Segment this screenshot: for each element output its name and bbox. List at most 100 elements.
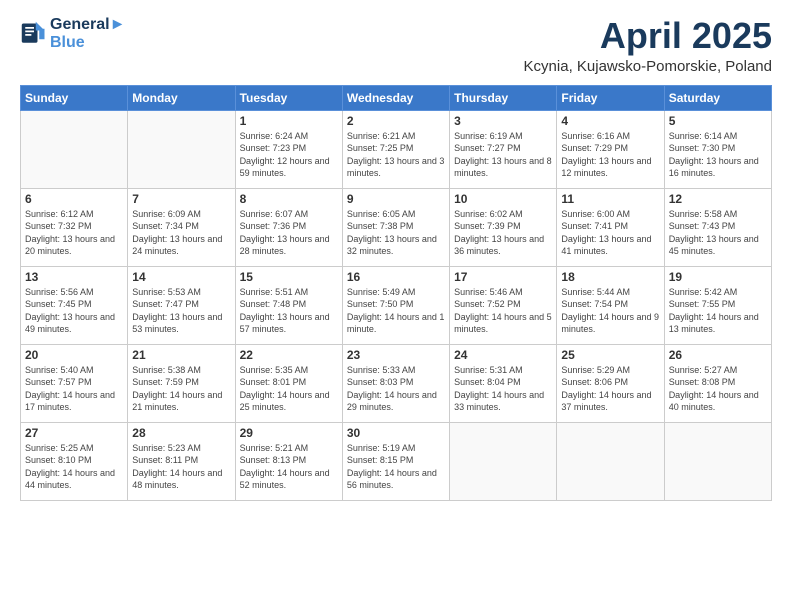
- day-number: 23: [347, 348, 445, 362]
- cell-w3-d6: 18 Sunrise: 5:44 AMSunset: 7:54 PMDayligh…: [557, 266, 664, 344]
- day-info: Sunrise: 5:21 AMSunset: 8:13 PMDaylight:…: [240, 442, 338, 492]
- day-info: Sunrise: 5:56 AMSunset: 7:45 PMDaylight:…: [25, 286, 123, 336]
- day-number: 10: [454, 192, 552, 206]
- cell-w4-d3: 22Sunrise: 5:35 AMSunset: 8:01 PMDayligh…: [235, 344, 342, 422]
- day-number: 28: [132, 426, 230, 440]
- day-number: 25: [561, 348, 659, 362]
- calendar-title: April 2025: [524, 16, 772, 56]
- cell-w4-d2: 21 Sunrise: 5:38 AMSunset: 7:59 PMDayligh…: [128, 344, 235, 422]
- calendar-table: Sunday Monday Tuesday Wednesday Thursday…: [20, 85, 772, 501]
- day-number: 24: [454, 348, 552, 362]
- cell-w1-d5: 3Sunrise: 6:19 AMSunset: 7:27 PMDaylight…: [450, 110, 557, 188]
- day-number: 15: [240, 270, 338, 284]
- day-number: 27: [25, 426, 123, 440]
- cell-w2-d6: 11Sunrise: 6:00 AMSunset: 7:41 PMDayligh…: [557, 188, 664, 266]
- cell-w5-d1: 27Sunrise: 5:25 AMSunset: 8:10 PMDayligh…: [21, 422, 128, 500]
- day-number: 5: [669, 114, 767, 128]
- cell-w2-d3: 8Sunrise: 6:07 AMSunset: 7:36 PMDaylight…: [235, 188, 342, 266]
- day-info: Sunrise: 5:31 AMSunset: 8:04 PMDaylight:…: [454, 364, 552, 414]
- week-row-2: 6 Sunrise: 6:12 AMSunset: 7:32 PMDaylight…: [21, 188, 772, 266]
- day-number: 26: [669, 348, 767, 362]
- col-monday: Monday: [128, 85, 235, 110]
- cell-w4-d5: 24 Sunrise: 5:31 AMSunset: 8:04 PMDayligh…: [450, 344, 557, 422]
- col-wednesday: Wednesday: [342, 85, 449, 110]
- day-info: Sunrise: 6:07 AMSunset: 7:36 PMDaylight:…: [240, 208, 338, 258]
- day-info: Sunrise: 5:27 AMSunset: 8:08 PMDaylight:…: [669, 364, 767, 414]
- day-info: Sunrise: 6:24 AMSunset: 7:23 PMDaylight:…: [240, 130, 338, 180]
- calendar-page: General► Blue April 2025 Kcynia, Kujawsk…: [0, 0, 792, 612]
- cell-w1-d7: 5 Sunrise: 6:14 AMSunset: 7:30 PMDaylight…: [664, 110, 771, 188]
- day-info: Sunrise: 5:44 AMSunset: 7:54 PMDaylight:…: [561, 286, 659, 336]
- day-info: Sunrise: 5:23 AMSunset: 8:11 PMDaylight:…: [132, 442, 230, 492]
- day-info: Sunrise: 5:51 AMSunset: 7:48 PMDaylight:…: [240, 286, 338, 336]
- day-info: Sunrise: 6:21 AMSunset: 7:25 PMDaylight:…: [347, 130, 445, 180]
- day-info: Sunrise: 5:42 AMSunset: 7:55 PMDaylight:…: [669, 286, 767, 336]
- day-number: 19: [669, 270, 767, 284]
- cell-w5-d4: 30Sunrise: 5:19 AMSunset: 8:15 PMDayligh…: [342, 422, 449, 500]
- cell-w4-d4: 23Sunrise: 5:33 AMSunset: 8:03 PMDayligh…: [342, 344, 449, 422]
- day-number: 2: [347, 114, 445, 128]
- day-number: 14: [132, 270, 230, 284]
- cell-w5-d7: [664, 422, 771, 500]
- cell-w1-d4: 2 Sunrise: 6:21 AMSunset: 7:25 PMDaylight…: [342, 110, 449, 188]
- logo-icon: [20, 20, 48, 48]
- cell-w3-d7: 19 Sunrise: 5:42 AMSunset: 7:55 PMDayligh…: [664, 266, 771, 344]
- day-info: Sunrise: 6:19 AMSunset: 7:27 PMDaylight:…: [454, 130, 552, 180]
- week-row-3: 13 Sunrise: 5:56 AMSunset: 7:45 PMDayligh…: [21, 266, 772, 344]
- day-info: Sunrise: 6:16 AMSunset: 7:29 PMDaylight:…: [561, 130, 659, 180]
- day-number: 18: [561, 270, 659, 284]
- calendar-body: 1Sunrise: 6:24 AMSunset: 7:23 PMDaylight…: [21, 110, 772, 500]
- cell-w1-d1: [21, 110, 128, 188]
- day-number: 29: [240, 426, 338, 440]
- col-tuesday: Tuesday: [235, 85, 342, 110]
- col-sunday: Sunday: [21, 85, 128, 110]
- cell-w3-d3: 15 Sunrise: 5:51 AMSunset: 7:48 PMDayligh…: [235, 266, 342, 344]
- col-saturday: Saturday: [664, 85, 771, 110]
- day-number: 13: [25, 270, 123, 284]
- day-number: 17: [454, 270, 552, 284]
- header: General► Blue April 2025 Kcynia, Kujawsk…: [20, 16, 772, 75]
- day-info: Sunrise: 6:02 AMSunset: 7:39 PMDaylight:…: [454, 208, 552, 258]
- day-number: 7: [132, 192, 230, 206]
- cell-w5-d6: [557, 422, 664, 500]
- day-info: Sunrise: 5:19 AMSunset: 8:15 PMDaylight:…: [347, 442, 445, 492]
- cell-w5-d2: 28 Sunrise: 5:23 AMSunset: 8:11 PMDayligh…: [128, 422, 235, 500]
- cell-w4-d7: 26 Sunrise: 5:27 AMSunset: 8:08 PMDayligh…: [664, 344, 771, 422]
- day-number: 6: [25, 192, 123, 206]
- cell-w3-d5: 17 Sunrise: 5:46 AMSunset: 7:52 PMDayligh…: [450, 266, 557, 344]
- day-info: Sunrise: 5:53 AMSunset: 7:47 PMDaylight:…: [132, 286, 230, 336]
- day-info: Sunrise: 6:12 AMSunset: 7:32 PMDaylight:…: [25, 208, 123, 258]
- day-number: 9: [347, 192, 445, 206]
- cell-w2-d4: 9Sunrise: 6:05 AMSunset: 7:38 PMDaylight…: [342, 188, 449, 266]
- day-number: 20: [25, 348, 123, 362]
- logo: General► Blue: [20, 16, 125, 51]
- day-info: Sunrise: 5:49 AMSunset: 7:50 PMDaylight:…: [347, 286, 445, 336]
- cell-w3-d4: 16 Sunrise: 5:49 AMSunset: 7:50 PMDayligh…: [342, 266, 449, 344]
- day-info: Sunrise: 6:00 AMSunset: 7:41 PMDaylight:…: [561, 208, 659, 258]
- logo-text: General► Blue: [50, 16, 125, 51]
- cell-w4-d6: 25 Sunrise: 5:29 AMSunset: 8:06 PMDayligh…: [557, 344, 664, 422]
- day-number: 16: [347, 270, 445, 284]
- cell-w2-d1: 6 Sunrise: 6:12 AMSunset: 7:32 PMDaylight…: [21, 188, 128, 266]
- day-info: Sunrise: 5:38 AMSunset: 7:59 PMDaylight:…: [132, 364, 230, 414]
- day-info: Sunrise: 5:46 AMSunset: 7:52 PMDaylight:…: [454, 286, 552, 336]
- cell-w5-d3: 29 Sunrise: 5:21 AMSunset: 8:13 PMDayligh…: [235, 422, 342, 500]
- cell-w2-d5: 10 Sunrise: 6:02 AMSunset: 7:39 PMDayligh…: [450, 188, 557, 266]
- day-info: Sunrise: 5:29 AMSunset: 8:06 PMDaylight:…: [561, 364, 659, 414]
- day-info: Sunrise: 6:09 AMSunset: 7:34 PMDaylight:…: [132, 208, 230, 258]
- day-info: Sunrise: 5:58 AMSunset: 7:43 PMDaylight:…: [669, 208, 767, 258]
- cell-w1-d6: 4 Sunrise: 6:16 AMSunset: 7:29 PMDaylight…: [557, 110, 664, 188]
- col-thursday: Thursday: [450, 85, 557, 110]
- day-number: 4: [561, 114, 659, 128]
- week-row-1: 1Sunrise: 6:24 AMSunset: 7:23 PMDaylight…: [21, 110, 772, 188]
- day-number: 21: [132, 348, 230, 362]
- col-friday: Friday: [557, 85, 664, 110]
- cell-w1-d3: 1Sunrise: 6:24 AMSunset: 7:23 PMDaylight…: [235, 110, 342, 188]
- cell-w5-d5: [450, 422, 557, 500]
- day-number: 12: [669, 192, 767, 206]
- week-row-5: 27Sunrise: 5:25 AMSunset: 8:10 PMDayligh…: [21, 422, 772, 500]
- cell-w2-d2: 7 Sunrise: 6:09 AMSunset: 7:34 PMDaylight…: [128, 188, 235, 266]
- calendar-subtitle: Kcynia, Kujawsko-Pomorskie, Poland: [524, 58, 772, 75]
- day-info: Sunrise: 6:14 AMSunset: 7:30 PMDaylight:…: [669, 130, 767, 180]
- day-number: 22: [240, 348, 338, 362]
